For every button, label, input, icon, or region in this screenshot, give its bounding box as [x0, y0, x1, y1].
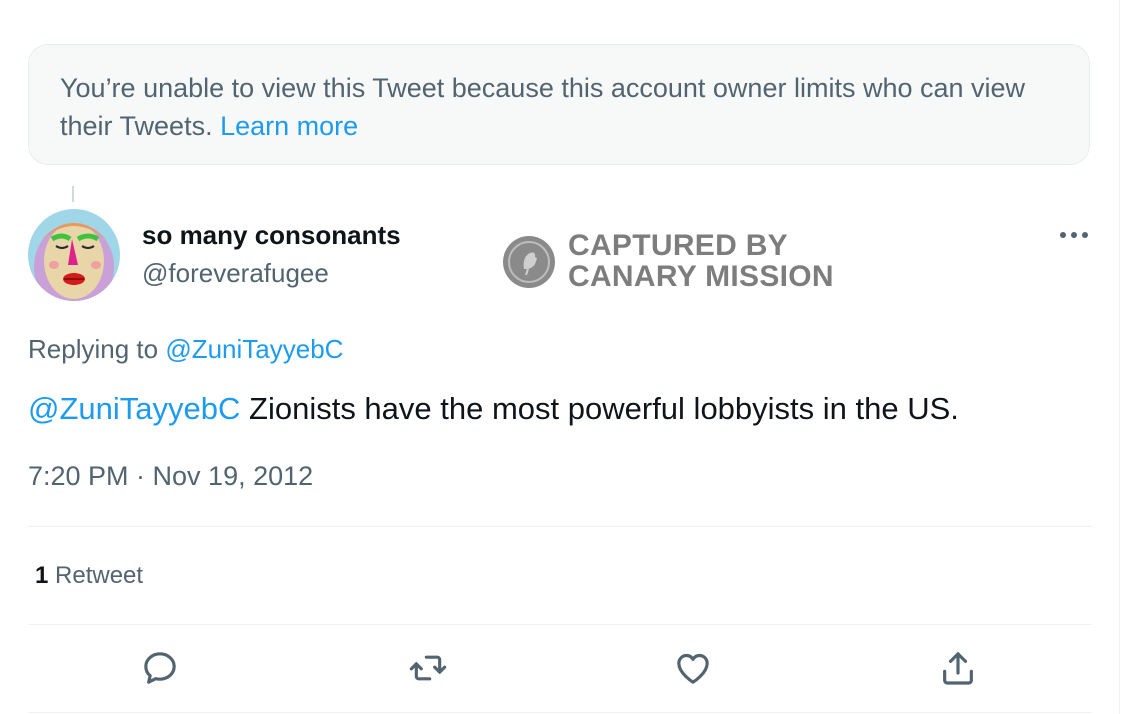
tweet-mention-link[interactable]: @ZuniTayyebC	[28, 391, 240, 426]
tweet-text: Zionists have the most powerful lobbyist…	[249, 391, 959, 426]
avatar-illustration	[28, 209, 120, 301]
replying-to-label: Replying to	[28, 334, 159, 364]
watermark-line-1: CAPTURED BY	[568, 229, 788, 262]
reply-icon	[144, 652, 176, 684]
more-dots-icon	[1060, 232, 1088, 238]
learn-more-link[interactable]: Learn more	[220, 111, 358, 141]
retweet-button[interactable]	[404, 644, 452, 692]
retweet-label: Retweet	[55, 562, 144, 589]
replying-to-line: Replying to @ZuniTayyebC	[28, 332, 343, 366]
author-handle[interactable]: @foreverafugee	[142, 256, 329, 290]
canary-seal-icon	[503, 236, 555, 288]
avatar[interactable]	[28, 209, 120, 301]
canary-mission-watermark: CAPTURED BY CANARY MISSION	[502, 229, 842, 294]
like-button[interactable]	[669, 644, 717, 692]
divider	[28, 624, 1092, 625]
more-options-button[interactable]	[1052, 218, 1096, 252]
tweet-timestamp[interactable]: 7:20 PM · Nov 19, 2012	[28, 458, 313, 494]
divider	[28, 712, 1092, 713]
retweet-stats[interactable]: 1 Retweet	[35, 560, 143, 592]
watermark-line-2: CANARY MISSION	[568, 260, 834, 293]
notice-text: You’re unable to view this Tweet because…	[60, 73, 1026, 141]
like-icon	[677, 653, 709, 684]
author-display-name[interactable]: so many consonants	[142, 218, 401, 252]
thread-connector-line	[72, 186, 74, 202]
column-border	[1119, 0, 1120, 714]
restricted-tweet-notice: You’re unable to view this Tweet because…	[28, 44, 1090, 165]
reply-button[interactable]	[136, 644, 184, 692]
share-button[interactable]	[934, 644, 982, 692]
retweet-count: 1	[35, 562, 49, 589]
share-icon	[943, 652, 973, 685]
replying-to-handle-link[interactable]: @ZuniTayyebC	[165, 334, 343, 364]
retweet-icon	[409, 655, 447, 681]
divider	[28, 526, 1092, 527]
tweet-page: You’re unable to view this Tweet because…	[0, 0, 1124, 714]
tweet-body: @ZuniTayyebC Zionists have the most powe…	[28, 388, 959, 430]
